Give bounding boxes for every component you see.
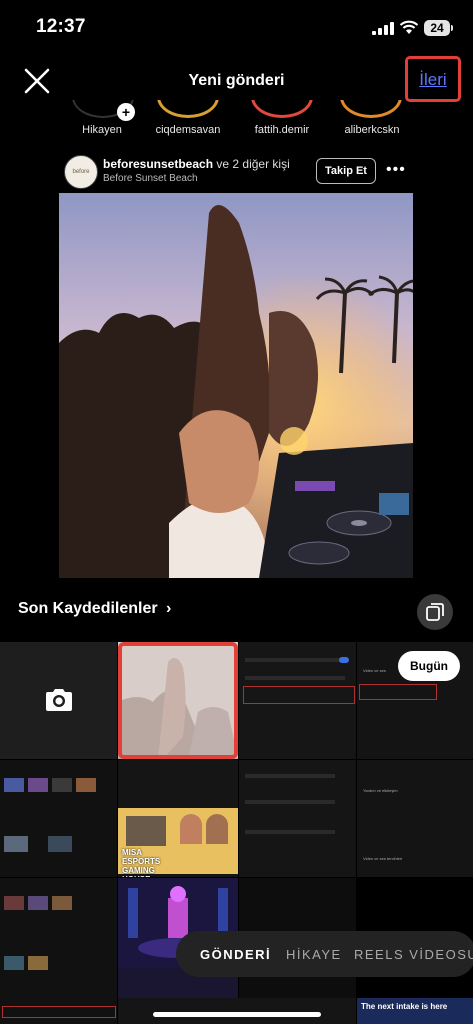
- story-label: fattih.demir: [254, 124, 310, 136]
- status-bar: 12:37 24: [0, 0, 473, 56]
- next-button[interactable]: İleri: [405, 70, 461, 90]
- thumb-text: Yardım ve etkileşim: [363, 788, 398, 793]
- mode-switcher: GÖNDERİ HİKAYE REELS VİDEOSU: [176, 931, 473, 977]
- album-selector[interactable]: Son Kaydedilenler ›: [18, 600, 171, 618]
- video-thumb: [28, 896, 48, 910]
- gallery-thumb[interactable]: [0, 760, 117, 877]
- post-author[interactable]: beforesunsetbeach ve 2 diğer kişi: [103, 157, 290, 171]
- highlight-row: [2, 1006, 116, 1018]
- video-thumb: [4, 896, 24, 910]
- post-username[interactable]: beforesunsetbeach: [103, 157, 213, 171]
- stories-row: + Hikayen ciqdemsavan fattih.demir alibe…: [0, 100, 473, 142]
- video-thumb: [76, 778, 96, 792]
- mode-reels-tab[interactable]: REELS VİDEOSU: [354, 947, 473, 962]
- story-avatar[interactable]: [340, 100, 402, 118]
- thumb-text: The next intake is here: [361, 1002, 448, 1011]
- signal-icon: [372, 22, 394, 35]
- esports-banner: MISA ESPORTS GAMING HOUSE: [118, 808, 238, 877]
- settings-row: [245, 774, 335, 778]
- mode-post-tab[interactable]: GÖNDERİ: [200, 947, 271, 962]
- follow-button[interactable]: Takip Et: [316, 158, 376, 184]
- add-story-icon[interactable]: +: [117, 103, 135, 121]
- video-thumb: [52, 896, 72, 910]
- gallery-thumb[interactable]: Yardım ve etkileşim Video ve ses tercihl…: [357, 760, 473, 877]
- gallery-thumb-selected[interactable]: [118, 642, 238, 759]
- post-location[interactable]: Before Sunset Beach: [103, 173, 198, 184]
- settings-row: [245, 658, 345, 662]
- settings-row: [245, 800, 335, 804]
- video-thumb: [48, 836, 72, 852]
- gallery-thumb[interactable]: [0, 878, 117, 998]
- avatar[interactable]: before sunset: [64, 155, 98, 207]
- multi-select-icon: [426, 603, 444, 621]
- mode-story-tab[interactable]: HİKAYE: [286, 947, 342, 962]
- story-avatar[interactable]: [157, 100, 219, 118]
- date-badge: Bugün: [398, 651, 460, 681]
- person-shape: [206, 814, 228, 844]
- gallery-thumb[interactable]: [118, 998, 356, 1024]
- esports-title: MISA ESPORTS GAMING HOUSE: [122, 848, 161, 877]
- home-indicator[interactable]: [153, 1012, 321, 1017]
- party-photo: [59, 193, 413, 578]
- video-thumb: [52, 778, 72, 792]
- status-time: 12:37: [36, 16, 86, 37]
- video-thumb: [4, 836, 28, 852]
- more-options-icon[interactable]: •••: [386, 161, 406, 179]
- gallery-thumb[interactable]: [239, 642, 356, 759]
- story-label: aliberkcskn: [344, 124, 400, 136]
- selection-outline: [118, 642, 238, 759]
- multi-select-button[interactable]: [417, 594, 453, 630]
- video-thumb: [28, 956, 48, 970]
- settings-row: [245, 676, 345, 680]
- highlight-row: [359, 684, 437, 700]
- chevron-right-icon: ›: [166, 600, 172, 617]
- gallery-thumb[interactable]: [239, 760, 356, 877]
- thumb-text: Video ve ses tercihleri: [363, 856, 403, 861]
- video-thumb: [4, 778, 24, 792]
- camera-icon: [46, 689, 72, 711]
- battery-icon: 24: [424, 20, 450, 36]
- gallery-thumb[interactable]: [0, 998, 117, 1024]
- battery-tip: [451, 25, 453, 31]
- story-label: ciqdemsavan: [155, 124, 221, 136]
- building-shape: [126, 816, 166, 846]
- settings-row: [245, 830, 335, 834]
- thumb-text: Video ve ses: [363, 668, 386, 673]
- wifi-icon: [399, 20, 419, 34]
- video-thumb: [28, 778, 48, 792]
- album-label: Son Kaydedilenler: [18, 600, 158, 617]
- video-thumb: [4, 956, 24, 970]
- gallery-thumb[interactable]: The next intake is here: [357, 998, 473, 1024]
- toggle-icon: [339, 657, 349, 663]
- gallery-thumb[interactable]: MISA ESPORTS GAMING HOUSE: [118, 760, 238, 877]
- camera-tile[interactable]: [0, 642, 117, 759]
- post-coauthors: ve 2 diğer kişi: [216, 157, 290, 171]
- story-label: Hikayen: [82, 124, 122, 136]
- page-title: Yeni gönderi: [188, 72, 285, 89]
- highlight-row: [243, 686, 355, 704]
- story-avatar[interactable]: [251, 100, 313, 118]
- person-shape: [180, 814, 202, 844]
- photo-preview[interactable]: [59, 193, 413, 578]
